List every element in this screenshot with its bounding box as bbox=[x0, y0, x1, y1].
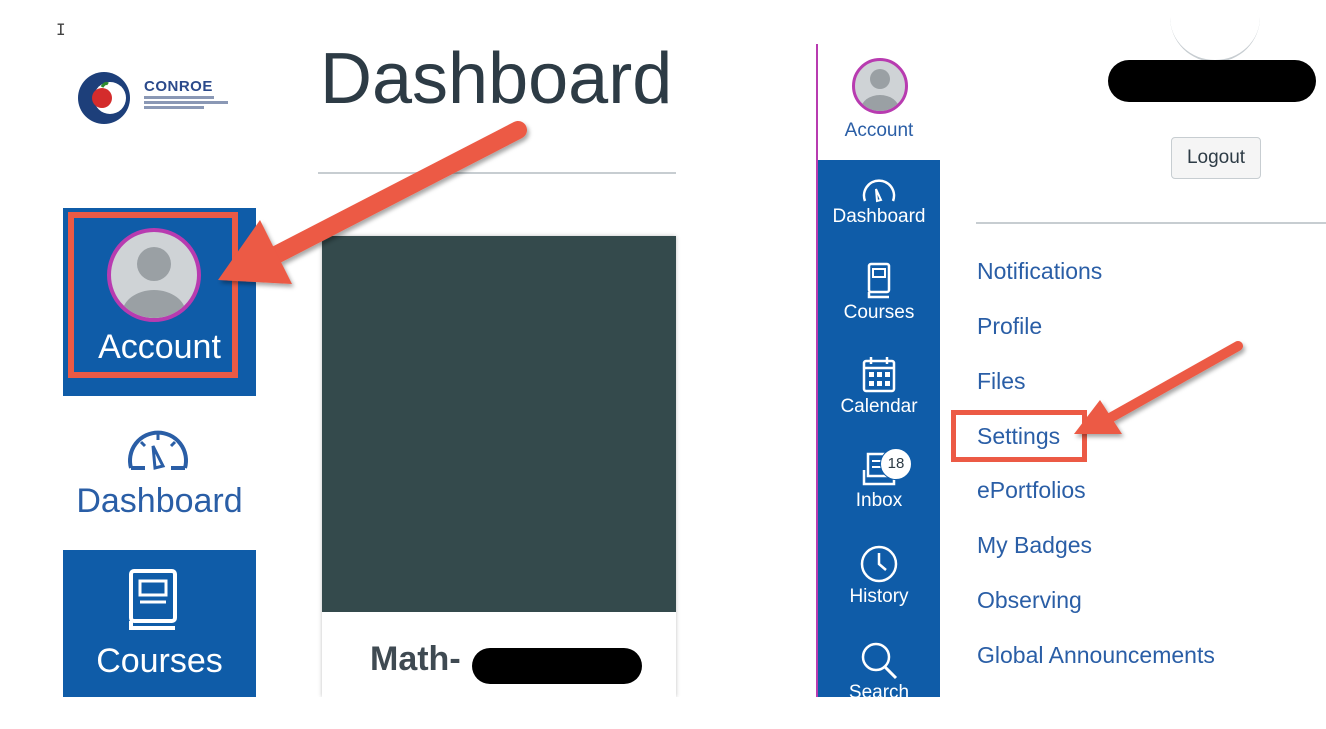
divider bbox=[976, 222, 1326, 224]
text-cursor-icon: I bbox=[56, 20, 66, 39]
course-card-title[interactable]: Math- bbox=[370, 640, 461, 679]
nav-calendar-button[interactable]: Calendar bbox=[818, 356, 940, 418]
pointer-arrow-right bbox=[1074, 341, 1243, 434]
menu-link-notifications[interactable]: Notifications bbox=[977, 258, 1102, 285]
inbox-unread-badge: 18 bbox=[880, 448, 912, 480]
nav-dashboard-label: Dashboard bbox=[832, 206, 926, 227]
menu-link-global-announcements[interactable]: Global Announcements bbox=[977, 642, 1215, 669]
page-bottom-mask bbox=[0, 697, 800, 729]
nav-dashboard-button[interactable]: Dashboard bbox=[818, 176, 940, 228]
history-icon bbox=[860, 545, 898, 583]
nav-history-label: History bbox=[849, 586, 909, 607]
nav-calendar-label: Calendar bbox=[840, 396, 918, 417]
menu-link-eportfolios[interactable]: ePortfolios bbox=[977, 477, 1086, 504]
nav-dashboard-label: Dashboard bbox=[76, 482, 243, 520]
page-bottom-mask bbox=[800, 697, 1326, 729]
redaction-bar bbox=[1108, 60, 1316, 102]
user-silhouette-icon bbox=[861, 69, 899, 111]
nav-courses-label: Courses bbox=[843, 302, 915, 323]
nav-account-label[interactable]: Account bbox=[818, 120, 940, 142]
menu-link-files[interactable]: Files bbox=[977, 368, 1026, 395]
nav-courses-button[interactable]: Courses bbox=[818, 262, 940, 324]
nav-courses-button[interactable]: Courses bbox=[63, 550, 256, 697]
courses-icon bbox=[867, 262, 891, 299]
nav-history-button[interactable]: History bbox=[818, 544, 940, 608]
calendar-icon bbox=[862, 357, 896, 393]
dashboard-icon bbox=[862, 179, 896, 203]
nav-search-button[interactable]: Search bbox=[818, 640, 940, 704]
menu-link-my-badges[interactable]: My Badges bbox=[977, 532, 1092, 559]
avatar-top-edge bbox=[1170, 6, 1260, 62]
avatar[interactable] bbox=[852, 58, 908, 114]
logout-button[interactable]: Logout bbox=[1171, 137, 1261, 179]
nav-courses-label: Courses bbox=[96, 642, 223, 680]
search-icon bbox=[861, 642, 898, 680]
nav-inbox-label: Inbox bbox=[855, 490, 903, 511]
redaction-bar bbox=[472, 648, 642, 684]
courses-icon bbox=[129, 569, 177, 630]
dashboard-icon bbox=[128, 430, 188, 470]
menu-link-profile[interactable]: Profile bbox=[977, 313, 1042, 340]
logo-wordmark: CONROE bbox=[144, 78, 213, 95]
menu-link-observing[interactable]: Observing bbox=[977, 587, 1082, 614]
right-global-nav: Dashboard Courses Calendar 18 Inbox Hist… bbox=[818, 160, 940, 703]
nav-inbox-button[interactable]: 18 Inbox bbox=[818, 448, 940, 512]
pointer-arrow-left bbox=[218, 121, 527, 284]
nav-dashboard-button[interactable]: Dashboard bbox=[63, 416, 256, 526]
